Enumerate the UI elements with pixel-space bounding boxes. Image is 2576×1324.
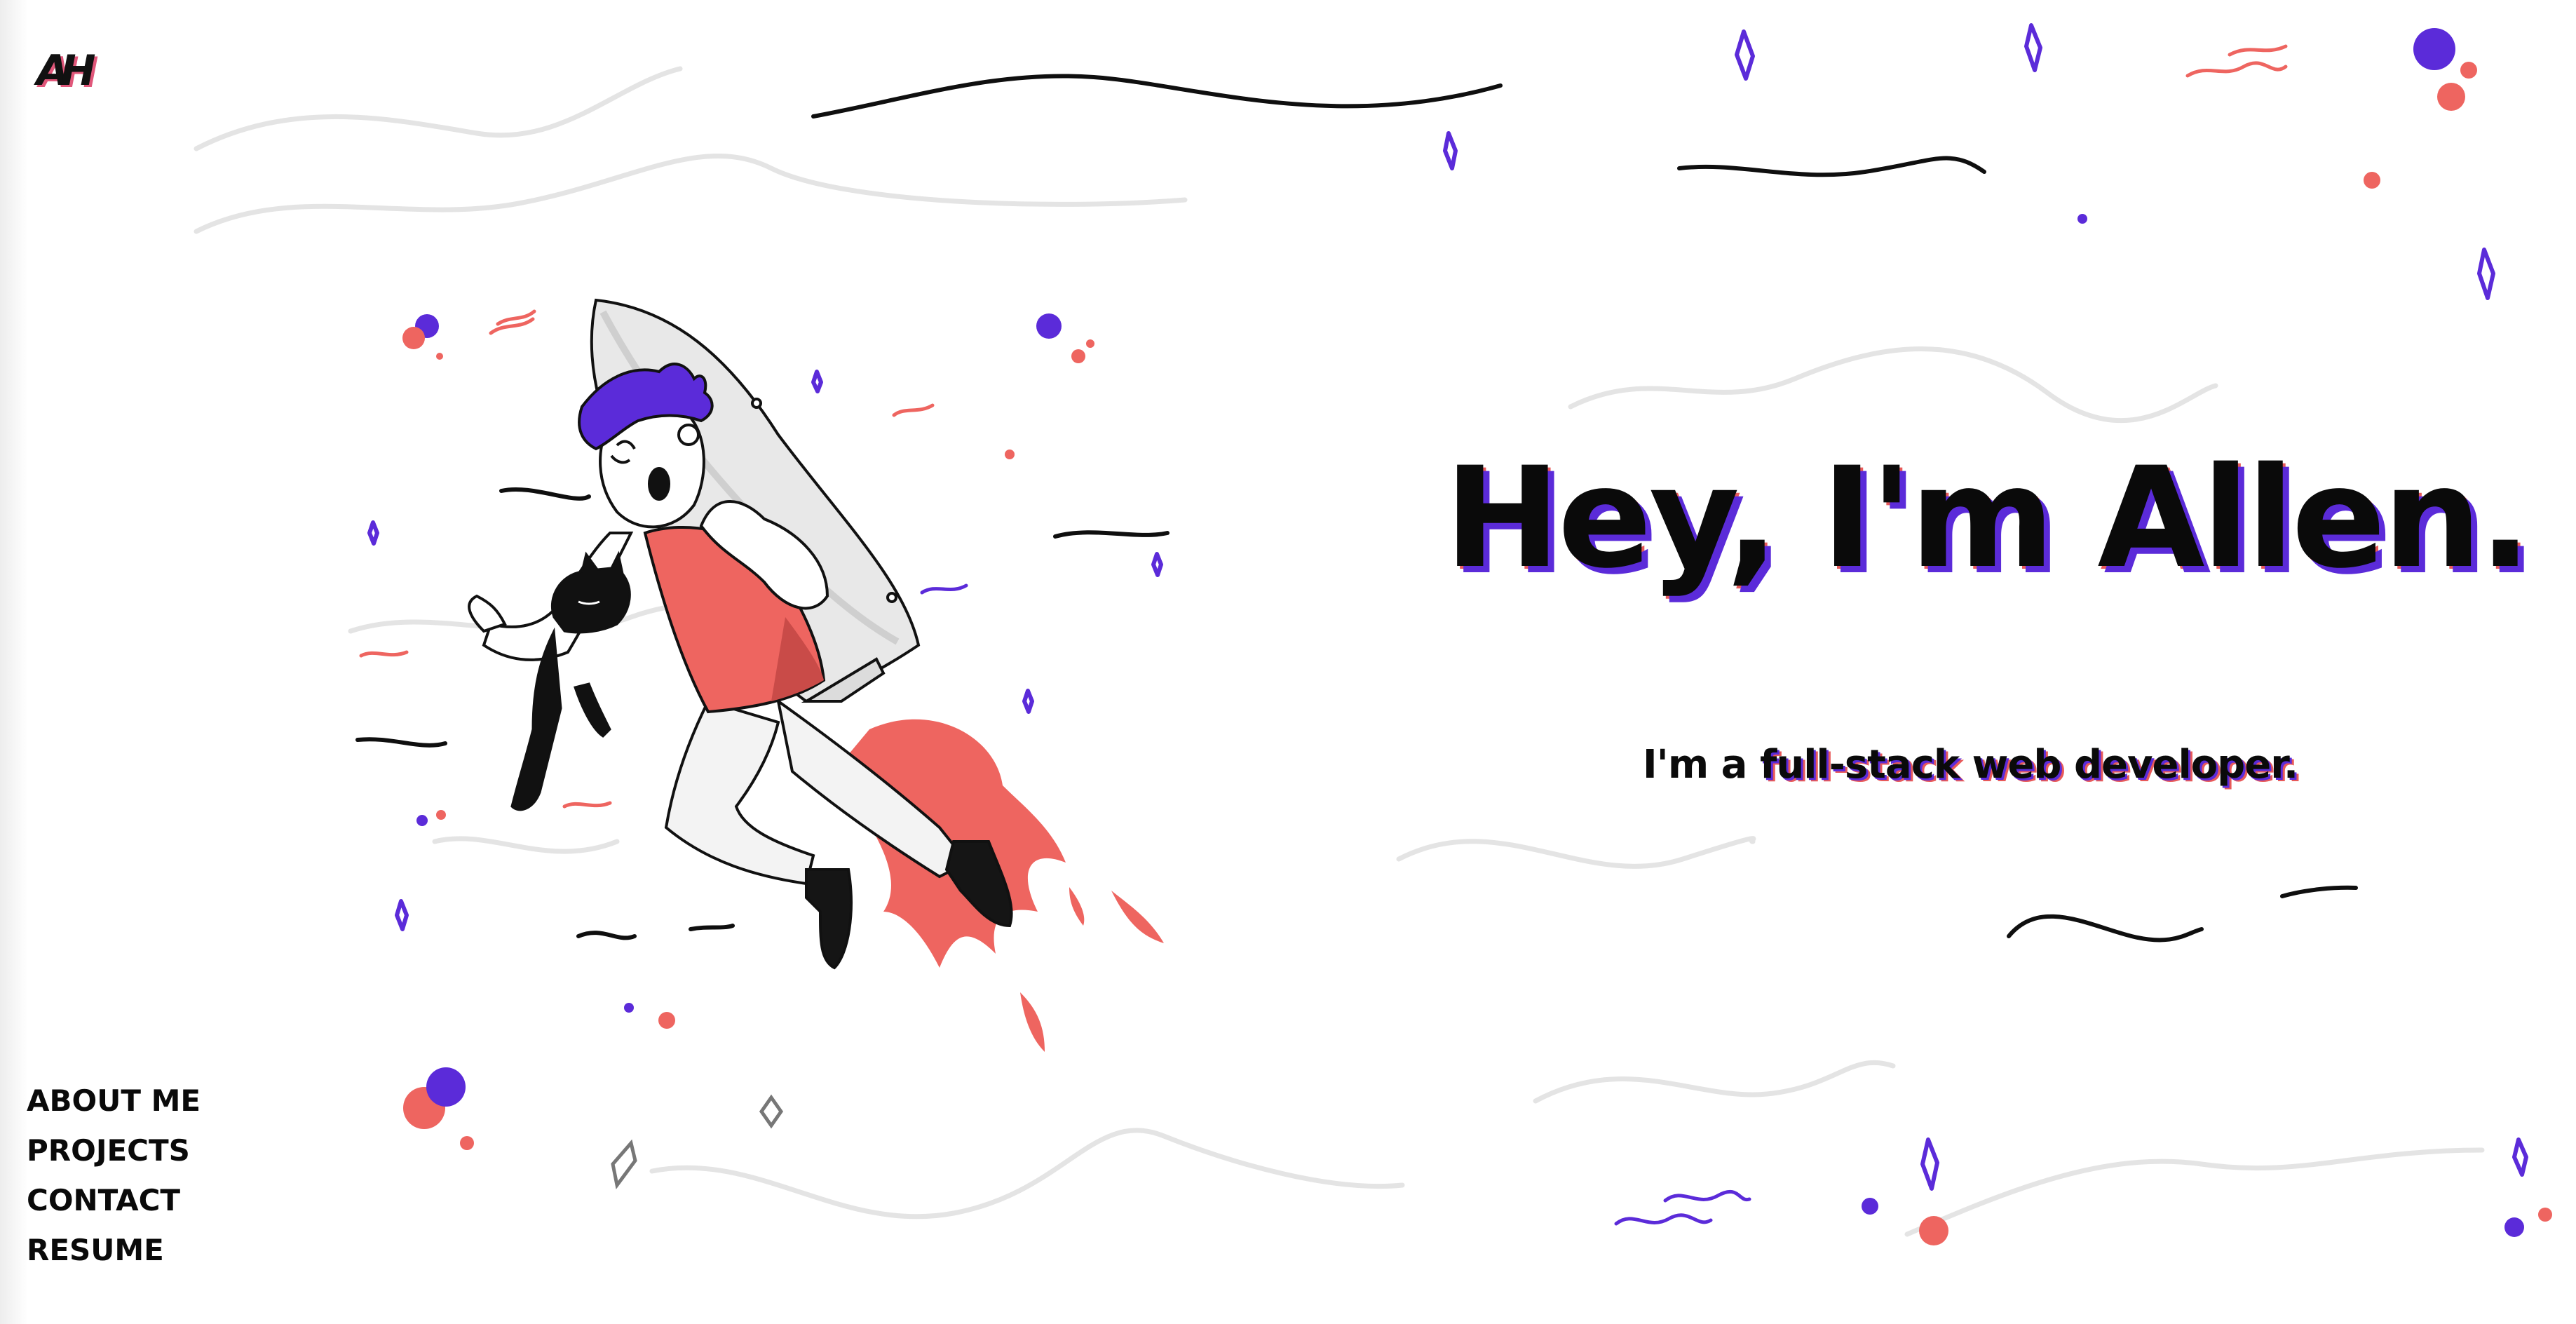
squiggles [359,44,2288,1226]
hero-subtitle-highlight: full-stack web developer. [1759,742,2298,788]
background-decoration [194,23,2552,1245]
hero-illustration [468,298,1164,1052]
nav-link-contact[interactable]: CONTACT [27,1175,201,1225]
logo-text: AH [36,46,96,95]
grey-diamonds [611,1094,784,1190]
hero-title: Hey, I'm Allen. [1444,437,2532,599]
nav-item: RESUME [27,1225,201,1275]
nav-link-projects[interactable]: PROJECTS [27,1126,201,1175]
nav-link-about-me[interactable]: ABOUT ME [27,1076,201,1126]
nav-item: CONTACT [27,1175,201,1225]
site-logo[interactable]: AH [36,46,96,95]
hero-subtitle-prefix: I'm a [1642,742,1760,788]
nav-link-resume[interactable]: RESUME [27,1225,201,1275]
hero-subtitle: I'm a full-stack web developer. [1444,742,2496,788]
main-nav: ABOUT ME PROJECTS CONTACT RESUME [27,1076,201,1275]
nav-item: PROJECTS [27,1126,201,1175]
character-head [578,363,714,529]
nav-item: ABOUT ME [27,1076,201,1126]
black-cat [510,550,631,811]
